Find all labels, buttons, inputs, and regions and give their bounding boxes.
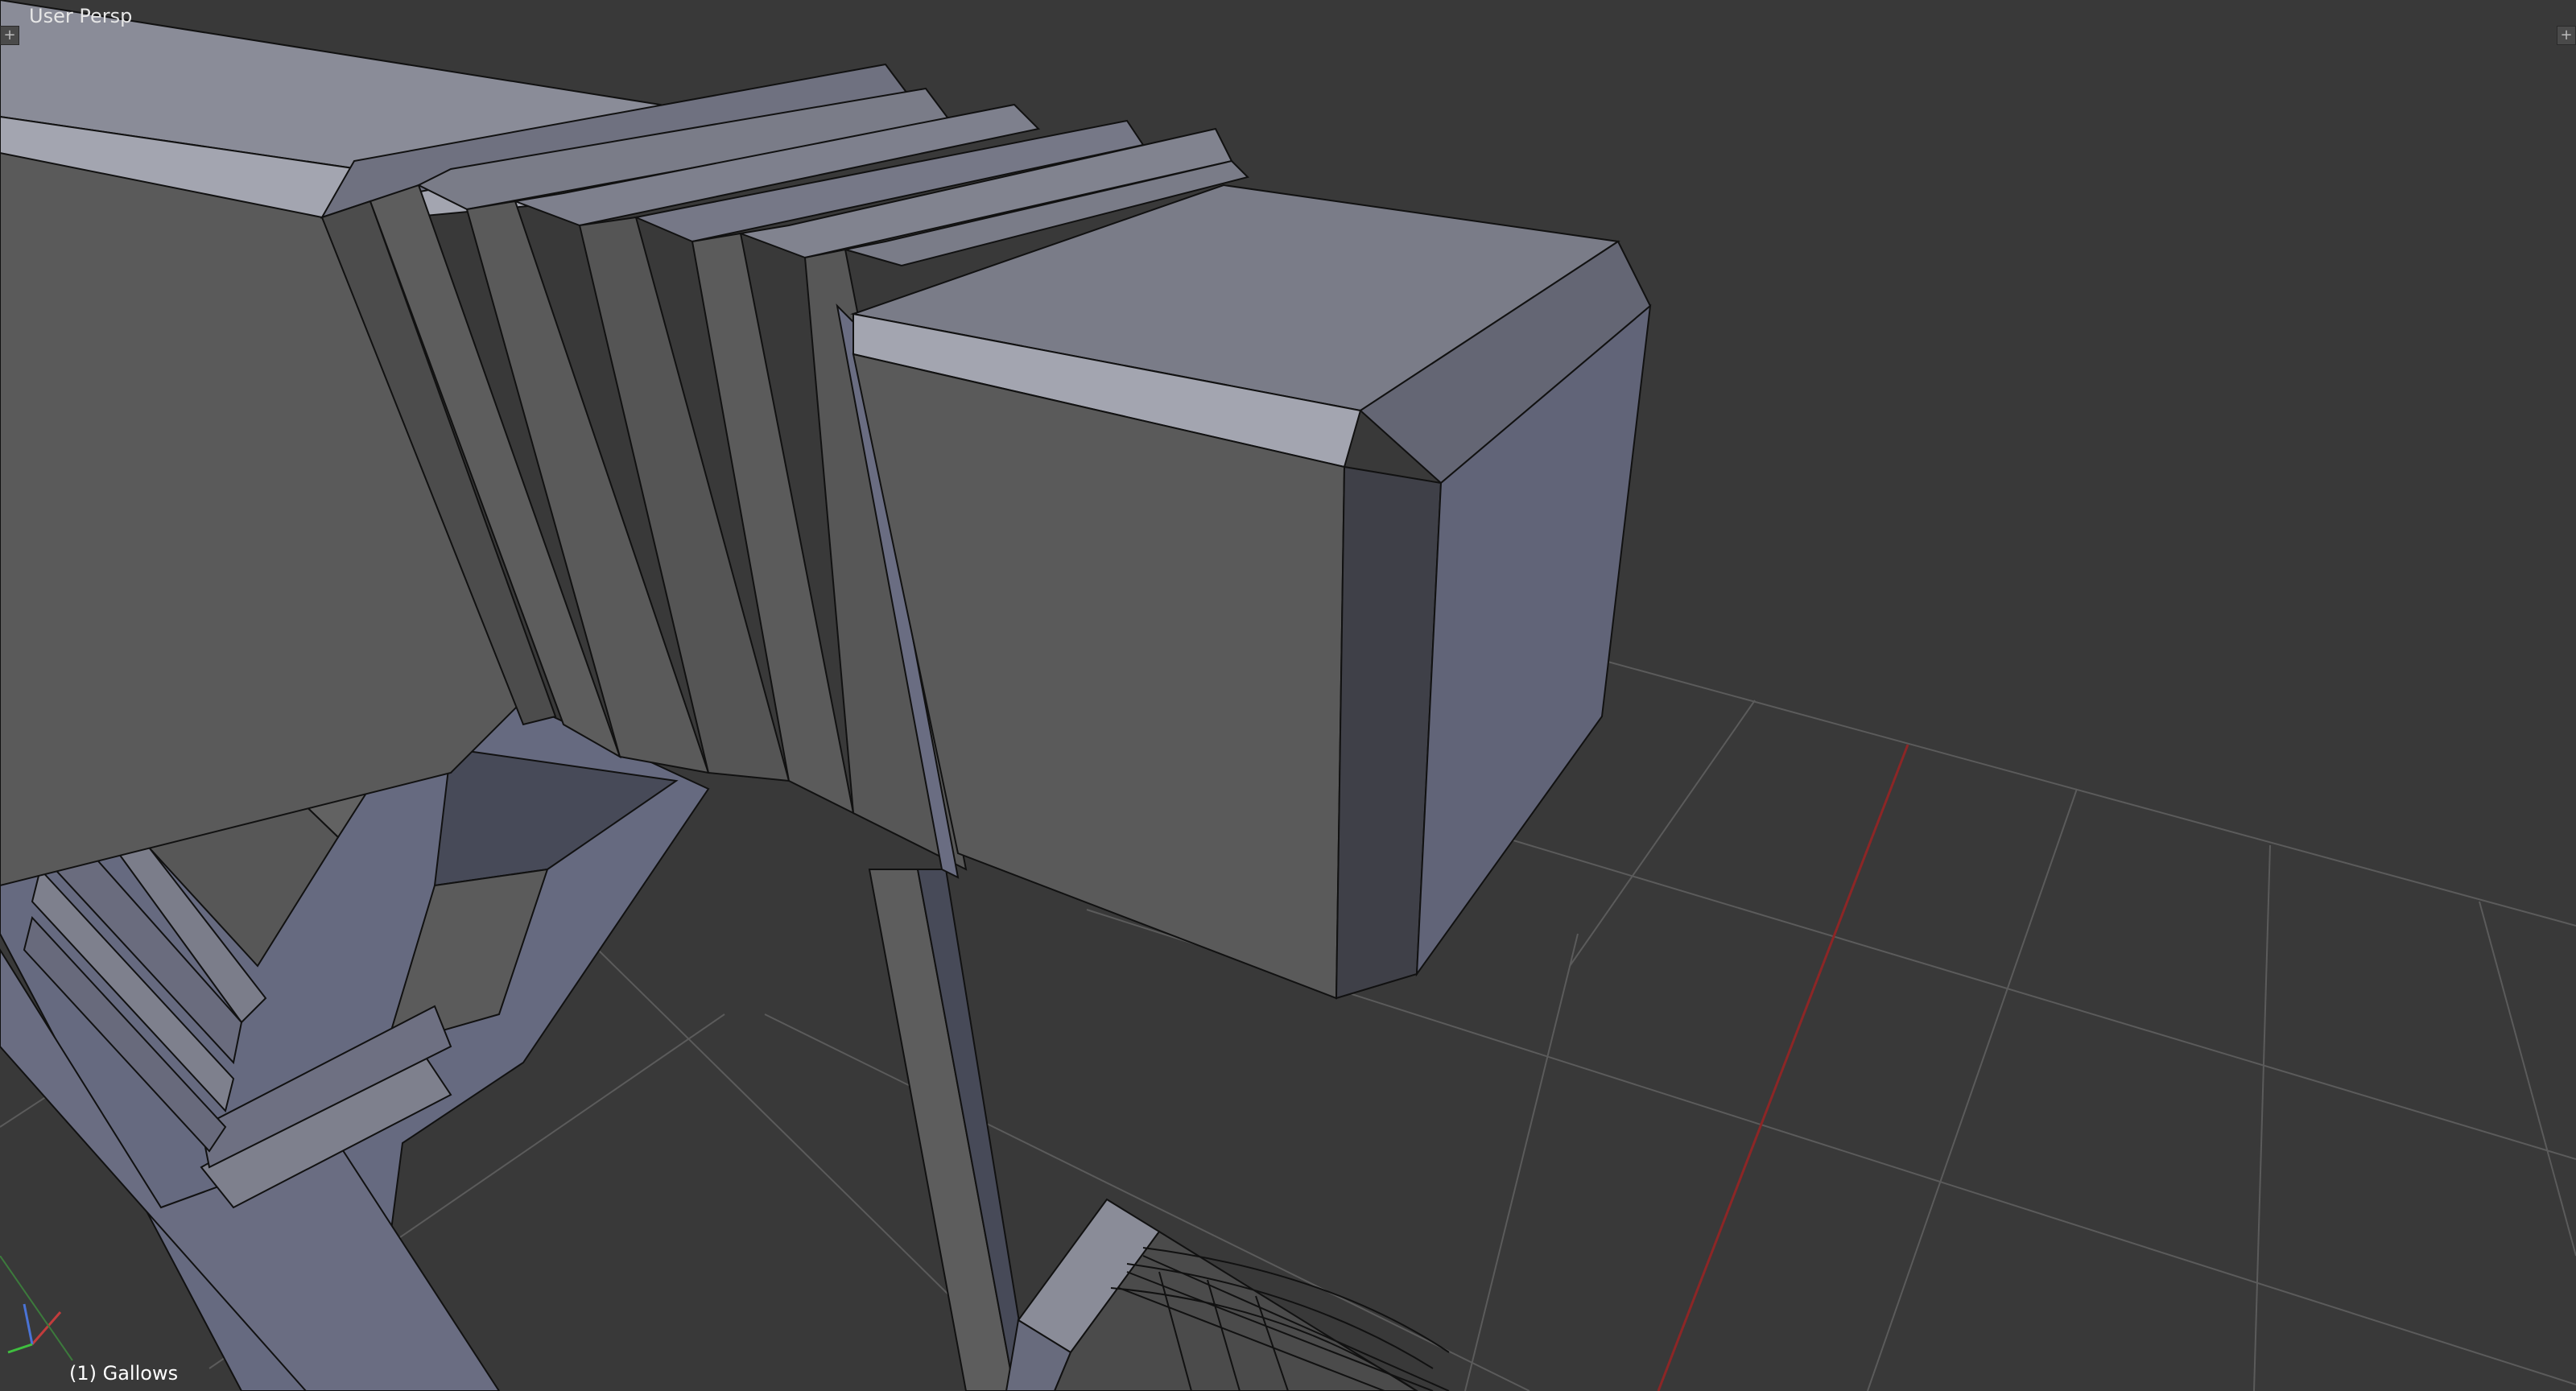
- 3d-scene[interactable]: [0, 0, 2576, 1391]
- platform-block[interactable]: [1005, 1198, 1450, 1391]
- viewport-split-handle-icon[interactable]: +: [0, 26, 19, 45]
- 3d-viewport[interactable]: + + User Persp (1) Gallows: [0, 0, 2576, 1391]
- viewport-split-handle-icon[interactable]: +: [2557, 26, 2576, 45]
- x-axis-line: [1657, 744, 1909, 1391]
- active-object-label: (1) Gallows: [69, 1362, 179, 1385]
- axis-gizmo-icon: [0, 1256, 73, 1361]
- view-name-label: User Persp: [29, 5, 133, 27]
- vertical-post[interactable]: [868, 869, 1032, 1391]
